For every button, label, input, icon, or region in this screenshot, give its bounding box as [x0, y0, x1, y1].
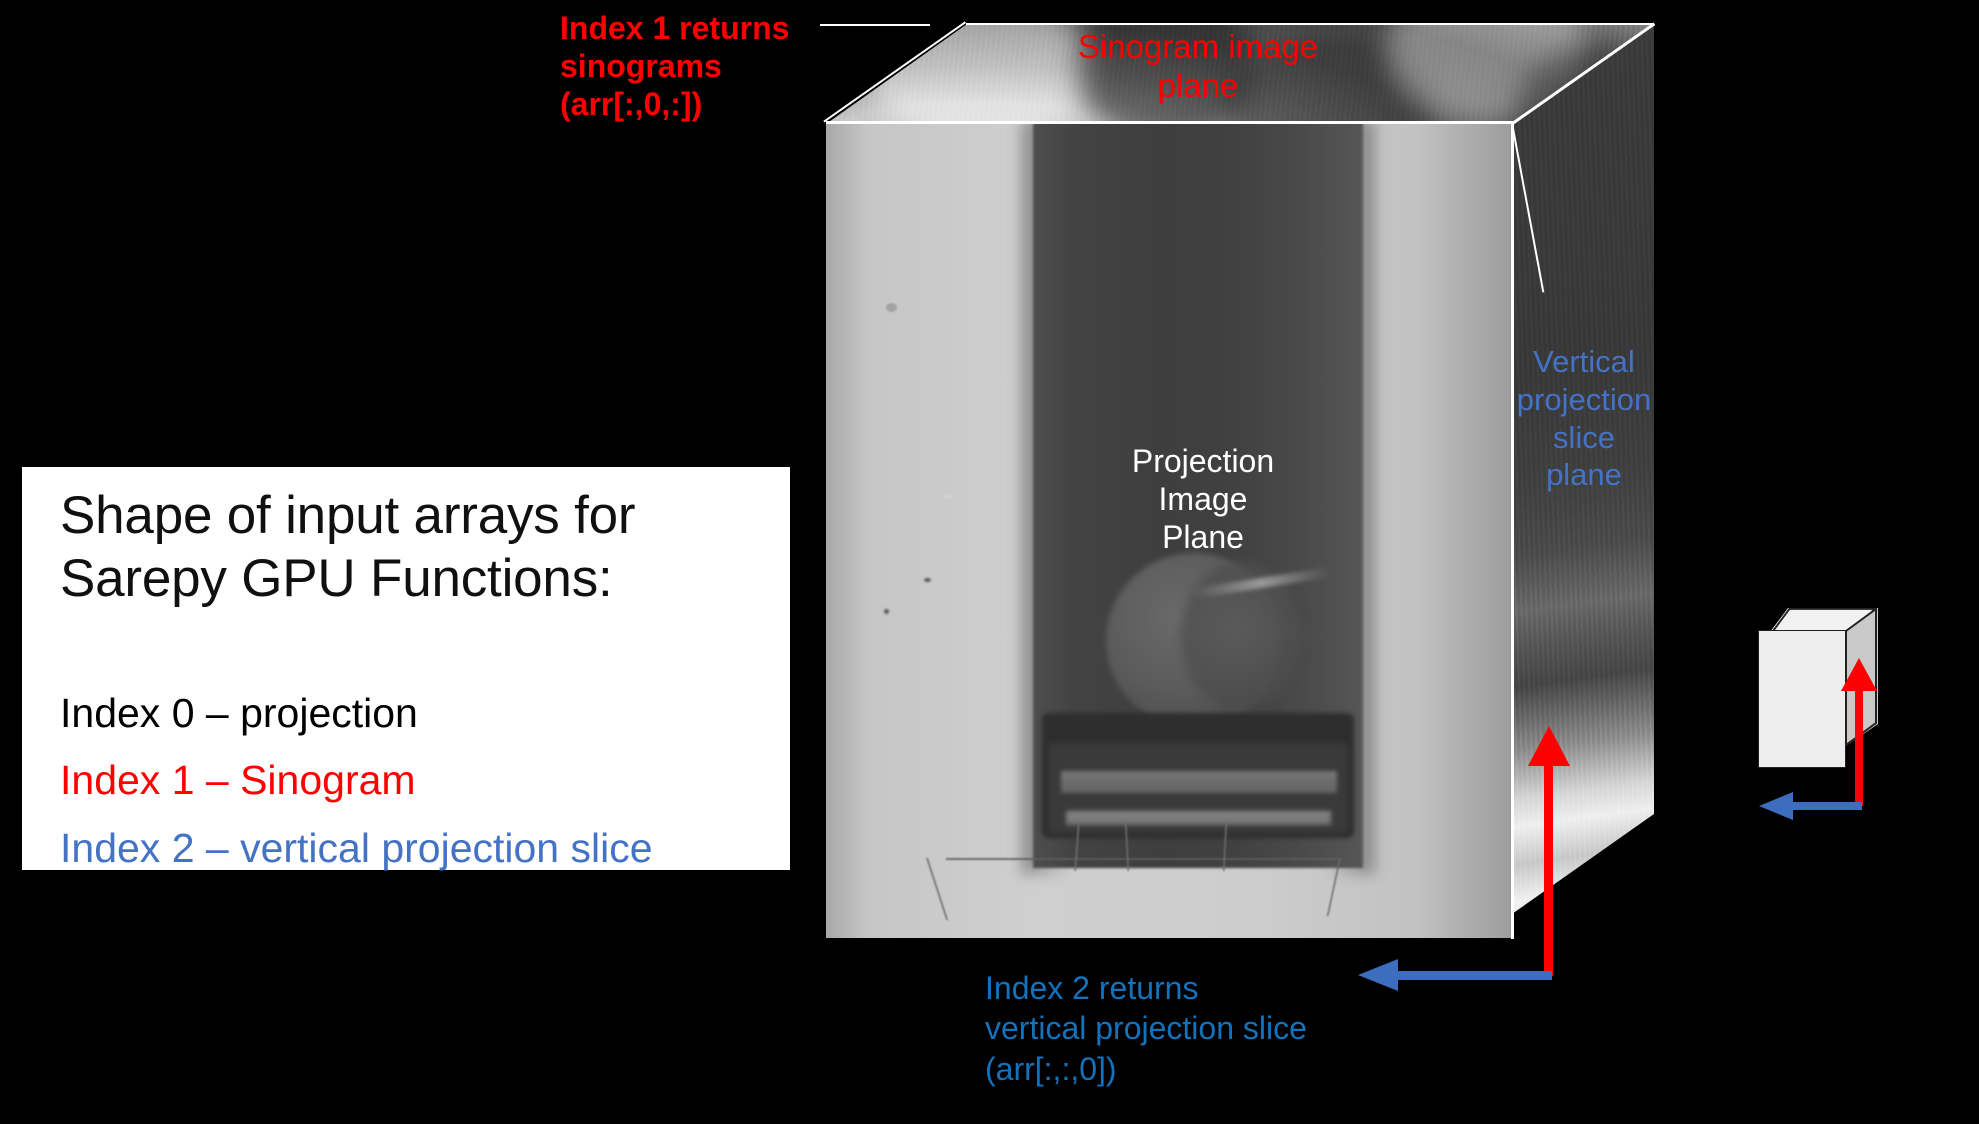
- leader-line-sinogram: [820, 24, 930, 26]
- annotation-index1-returns-sinograms: Index 1 returns sinograms (arr[:,0,:]): [560, 10, 790, 122]
- list-item-index-1: Index 1 – Sinogram: [60, 757, 416, 804]
- cube-edge-front-top: [826, 121, 1514, 124]
- list-item-index-0: Index 0 – projection: [60, 690, 418, 736]
- annotation-projection-image-plane: Projection Image Plane: [1131, 443, 1275, 555]
- cube-edge-front-right: [1511, 121, 1514, 939]
- annotation-sinogram-image-plane: Sinogram image plane: [1077, 28, 1319, 104]
- info-card-title: Shape of input arrays for Sarepy GPU Fun…: [60, 486, 636, 608]
- info-card-index-list: Index 0 – projection Index 1 – Sinogram …: [60, 689, 760, 891]
- reference-cube-front-face: [1758, 630, 1846, 768]
- annotation-vertical-projection-slice-plane: Vertical projection slice plane: [1516, 344, 1652, 493]
- info-card: Shape of input arrays for Sarepy GPU Fun…: [22, 467, 790, 871]
- annotation-index2-returns-vertical-slice: Index 2 returns vertical projection slic…: [985, 970, 1307, 1087]
- slide-canvas: Index 1 returns sinograms (arr[:,0,:]) S…: [0, 0, 1979, 1124]
- list-item-index-2: Index 2 – vertical projection slice: [60, 824, 653, 871]
- cube-edge-top-back: [966, 23, 1654, 26]
